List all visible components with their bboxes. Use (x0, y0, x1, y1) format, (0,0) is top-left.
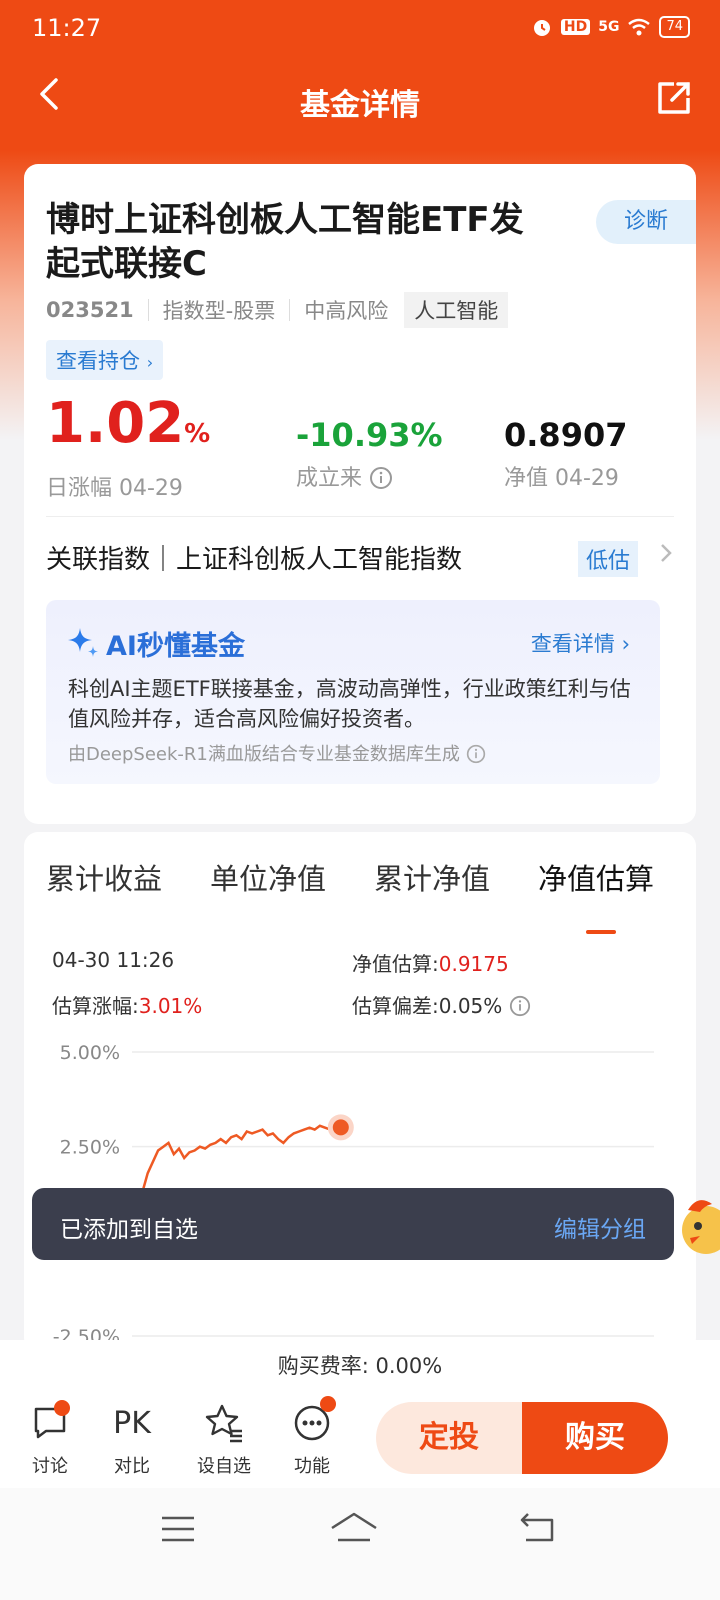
info-icon[interactable] (466, 744, 486, 764)
ai-details-label: 查看详情 (530, 632, 615, 656)
fund-code: 023521 (46, 298, 134, 322)
view-holdings-button[interactable]: 查看持仓 › (46, 340, 164, 380)
home-icon[interactable] (330, 1510, 378, 1544)
signal-icon: 5G (598, 19, 620, 35)
auto-invest-button[interactable]: 定投 (376, 1402, 522, 1474)
tab-nav-estimate[interactable]: 净值估算 (538, 856, 654, 898)
tab-cumulative-nav[interactable]: 累计净值 (374, 856, 490, 898)
watchlist-icon-wrap (184, 1400, 264, 1446)
estimate-change-label: 估算涨幅: (52, 994, 139, 1018)
pk-icon: PK (113, 1405, 151, 1441)
system-nav-bar (0, 1488, 720, 1600)
chevron-right-icon: › (146, 353, 154, 372)
fund-type: 指数型-股票 (162, 299, 276, 323)
status-icons: HD 5G 74 (531, 16, 690, 38)
nav-label: 净值 04-29 (504, 466, 619, 491)
functions-button[interactable]: 功能 (272, 1396, 352, 1478)
daily-change-label: 日涨幅 04-29 (46, 476, 183, 501)
current-point (332, 1119, 349, 1136)
discuss-button[interactable]: 讨论 (10, 1400, 90, 1478)
theme-tag[interactable]: 人工智能 (404, 292, 509, 328)
ai-source-text: 由DeepSeek-R1满血版结合专业基金数据库生成 (68, 744, 460, 765)
sparkle-icon (68, 628, 98, 657)
compare-icon: PK (92, 1400, 172, 1446)
mascot-icon[interactable] (676, 1192, 720, 1262)
ai-source: 由DeepSeek-R1满血版结合专业基金数据库生成 (68, 740, 486, 766)
page-title: 基金详情 (300, 88, 420, 123)
estimate-nav-value: 0.9175 (438, 952, 509, 976)
menu-icon[interactable] (160, 1514, 196, 1544)
active-tab-indicator (586, 930, 616, 934)
notification-dot (320, 1396, 336, 1412)
edit-group-button[interactable]: 编辑分组 (554, 1210, 646, 1244)
purchase-fee: 购买费率: 0.00% (0, 1340, 720, 1393)
estimate-change: 估算涨幅:3.01% (52, 990, 202, 1019)
since-inception-row: 成立来 (296, 460, 443, 492)
daily-change-unit: % (184, 419, 211, 449)
hd-icon: HD (560, 19, 591, 35)
alarm-icon (533, 20, 550, 36)
divider (289, 299, 291, 321)
buy-button[interactable]: 购买 (522, 1402, 668, 1474)
related-index-row[interactable]: 关联指数｜上证科创板人工智能指数 低估 (46, 516, 674, 597)
back-nav-icon[interactable] (518, 1510, 558, 1544)
y-tick-label: 5.00% (60, 1042, 120, 1064)
divider (147, 299, 149, 321)
ai-summary-box: AI秒懂基金 查看详情 › 科创AI主题ETF联接基金，高波动高弹性，行业政策红… (46, 600, 660, 784)
functions-label: 功能 (294, 1456, 330, 1477)
status-time: 11:27 (32, 14, 102, 42)
discuss-label: 讨论 (32, 1456, 68, 1477)
estimate-nav-label: 净值估算: (352, 952, 439, 976)
tab-cumulative-return[interactable]: 累计收益 (46, 856, 162, 898)
estimate-deviation-value: 0.05% (438, 994, 503, 1018)
star-list-icon (205, 1404, 242, 1443)
watchlist-label: 设自选 (197, 1456, 251, 1477)
bottom-action-bar: 讨论 PK 对比 设自选 功能 定投 购买 (0, 1392, 720, 1488)
notification-dot (54, 1400, 70, 1416)
chart-card: 累计收益 单位净值 累计净值 净值估算 04-30 11:26 净值估算:0.9… (24, 832, 696, 1352)
y-tick-label: 2.50% (60, 1137, 120, 1159)
toast-message: 已添加到自选 (60, 1217, 198, 1243)
since-inception: -10.93% 成立来 (296, 416, 443, 492)
estimate-time: 04-30 11:26 (52, 948, 175, 972)
nav-value: 0.8907 (504, 416, 628, 454)
compare-button[interactable]: PK 对比 (92, 1400, 172, 1478)
estimate-change-value: 3.01% (138, 994, 203, 1018)
add-watchlist-button[interactable]: 设自选 (184, 1400, 264, 1478)
chevron-right-icon: › (614, 632, 630, 656)
estimate-deviation: 估算偏差:0.05% (352, 990, 531, 1019)
diagnose-button[interactable]: 诊断 (596, 200, 696, 244)
estimate-deviation-label: 估算偏差: (352, 994, 439, 1018)
compare-label: 对比 (114, 1456, 150, 1477)
ai-title: AI秒懂基金 (106, 631, 245, 662)
toast: 已添加到自选 编辑分组 (32, 1188, 674, 1260)
nav: 0.8907 净值 04-29 (504, 416, 627, 492)
discuss-icon-wrap (10, 1400, 90, 1446)
fund-meta: 023521 指数型-股票 中高风险 人工智能 (46, 292, 509, 328)
title-bar: 基金详情 (0, 60, 720, 136)
ai-details-link[interactable]: 查看详情 › (531, 628, 630, 658)
view-holdings-label: 查看持仓 (56, 349, 140, 373)
since-inception-value: -10.93% (296, 416, 443, 454)
daily-change-value: 1.02 (46, 391, 185, 456)
fund-risk: 中高风险 (304, 299, 389, 323)
ai-summary-text: 科创AI主题ETF联接基金，高波动高弹性，行业政策红利与估值风险并存，适合高风险… (68, 677, 631, 731)
wifi-icon (628, 18, 651, 36)
daily-change: 1.02% 日涨幅 04-29 (46, 394, 210, 502)
related-index-text: 关联指数｜上证科创板人工智能指数 (46, 545, 463, 575)
info-icon[interactable] (369, 466, 393, 490)
status-bar: 11:27 HD 5G 74 (0, 0, 720, 56)
fund-name: 博时上证科创板人工智能ETF发起式联接C (46, 200, 524, 284)
valuation-badge: 低估 (577, 541, 638, 577)
estimate-nav: 净值估算:0.9175 (352, 948, 509, 977)
since-inception-label: 成立来 (296, 466, 363, 491)
share-icon[interactable] (654, 78, 694, 118)
chevron-right-icon (661, 544, 672, 562)
info-icon[interactable] (509, 995, 531, 1017)
tab-unit-nav[interactable]: 单位净值 (210, 856, 326, 898)
battery-icon: 74 (659, 16, 690, 38)
functions-icon-wrap (272, 1396, 352, 1446)
fund-info-card: 博时上证科创板人工智能ETF发起式联接C 诊断 023521 指数型-股票 中高… (24, 164, 696, 824)
chart-tabs: 累计收益 单位净值 累计净值 净值估算 (24, 856, 696, 934)
